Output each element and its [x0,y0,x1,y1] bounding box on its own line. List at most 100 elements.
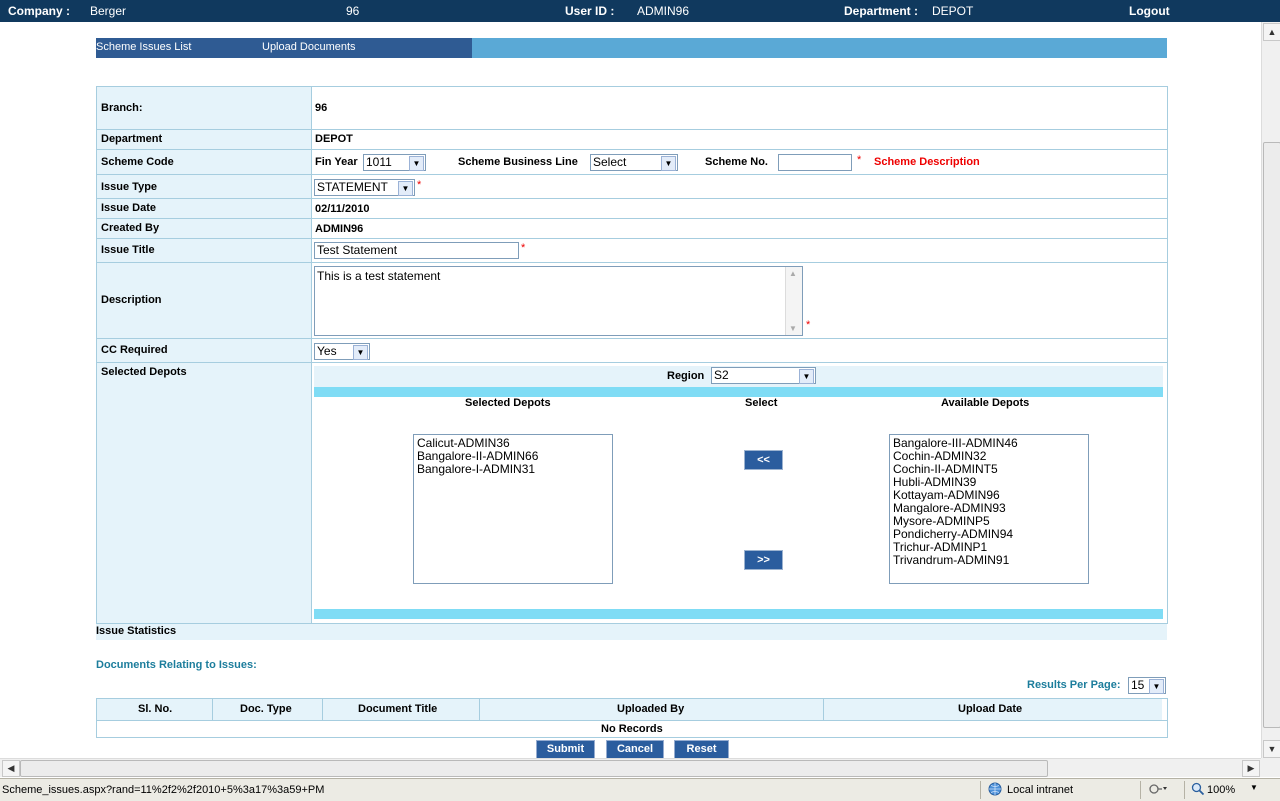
logout-link[interactable]: Logout [1129,4,1170,18]
issue-type-label: Issue Type [101,181,158,193]
branch-value: 96 [315,102,328,114]
issue-date-label: Issue Date [101,202,157,214]
scroll-up-icon[interactable]: ▲ [1263,23,1280,41]
tab-scheme-issues-list[interactable]: Scheme Issues List [96,41,191,53]
issue-statistics-label: Issue Statistics [96,625,177,637]
fin-year-label: Fin Year [315,156,358,168]
zoom-level[interactable]: 100% [1207,784,1235,796]
column-header-sl-no[interactable]: Sl. No. [138,703,172,715]
documents-section-title: Documents Relating to Issues: [96,659,257,671]
issue-title-input[interactable]: Test Statement [314,242,519,259]
textarea-scrollbar[interactable]: ▲ ▼ [785,267,802,335]
status-divider [1140,781,1141,799]
list-item[interactable]: Trichur-ADMINP1 [893,540,987,554]
chevron-down-icon[interactable]: ▼ [1250,783,1258,792]
move-to-selected-button[interactable]: << [744,450,783,470]
scheme-no-label: Scheme No. [705,156,768,168]
header-bar: Company : Berger 96 User ID : ADMIN96 De… [0,0,1280,22]
scheme-code-label-cell: Scheme Code [97,150,312,174]
selected-depots-list[interactable]: Calicut-ADMIN36 Bangalore-II-ADMIN66 Ban… [413,434,613,584]
status-url: Scheme_issues.aspx?rand=11%2f2%2f2010+5%… [2,784,325,796]
available-depots-list[interactable]: Bangalore-III-ADMIN46 Cochin-ADMIN32 Coc… [889,434,1089,584]
reset-button[interactable]: Reset [674,740,729,759]
list-item[interactable]: Pondicherry-ADMIN94 [893,527,1013,541]
chevron-down-icon: ▼ [661,156,676,171]
scheme-business-line-label: Scheme Business Line [458,156,578,168]
scroll-down-icon[interactable]: ▼ [1263,740,1280,758]
move-to-available-button[interactable]: >> [744,550,783,570]
scheme-issue-form: Branch: Department Scheme Code Issue Typ… [96,86,1168,624]
results-per-page-value: 15 [1131,678,1145,692]
results-per-page-select[interactable]: 15 ▼ [1128,677,1166,694]
cancel-button[interactable]: Cancel [606,740,664,759]
scheme-description-label: Scheme Description [874,156,980,168]
submit-button[interactable]: Submit [536,740,595,759]
scrollbar-thumb[interactable] [1263,142,1280,728]
protected-mode-icon[interactable] [1148,782,1168,799]
cc-required-selected-value: Yes [317,344,337,358]
list-item[interactable]: Calicut-ADMIN36 [417,436,510,450]
depots-bottom-band [314,609,1163,619]
fin-year-select[interactable]: 1011 ▼ [363,154,426,171]
user-id-label: User ID : [565,4,615,18]
user-id-value: ADMIN96 [637,4,690,18]
list-item[interactable]: Mysore-ADMINP5 [893,514,990,528]
list-item[interactable]: Cochin-ADMIN32 [893,449,986,463]
branch-label: Branch: [101,102,143,114]
cc-required-select[interactable]: Yes ▼ [314,343,370,360]
description-label-cell: Description [97,263,312,338]
list-item[interactable]: Bangalore-III-ADMIN46 [893,436,1018,450]
created-by-label: Created By [101,222,160,234]
branch-value: 96 [346,4,360,18]
scroll-left-icon[interactable]: ◀ [2,760,20,777]
row-divider [97,174,1167,175]
list-item[interactable]: Mangalore-ADMIN93 [893,501,1006,515]
fin-year-selected-value: 1011 [366,155,392,169]
vertical-scrollbar[interactable]: ▲ ▼ [1261,22,1280,758]
chevron-down-icon: ▼ [353,345,368,360]
zoom-icon[interactable] [1191,782,1205,799]
selected-depots-label: Selected Depots [101,366,187,378]
description-label: Description [101,294,162,306]
list-item[interactable]: Trivandrum-ADMIN91 [893,553,1009,567]
scroll-right-icon[interactable]: ▶ [1242,760,1260,777]
list-item[interactable]: Hubli-ADMIN39 [893,475,976,489]
scroll-up-icon[interactable]: ▲ [789,269,797,278]
branch-label-cell: Branch: [97,87,312,129]
row-divider [97,338,1167,339]
selected-depots-header: Selected Depots [465,397,551,409]
column-divider [823,699,824,720]
scrollbar-thumb[interactable] [20,760,1048,777]
column-divider [479,699,480,720]
region-select[interactable]: S2 ▼ [711,367,816,384]
department-value: DEPOT [932,4,974,18]
browser-status-bar: Scheme_issues.aspx?rand=11%2f2%2f2010+5%… [0,778,1280,801]
scroll-down-icon[interactable]: ▼ [789,324,797,333]
list-item[interactable]: Bangalore-II-ADMIN66 [417,449,538,463]
column-header-upload-date[interactable]: Upload Date [958,703,1022,715]
scheme-business-line-select[interactable]: Select ▼ [590,154,678,171]
tab-upload-documents[interactable]: Upload Documents [262,41,356,53]
list-item[interactable]: Cochin-II-ADMINT5 [893,462,998,476]
row-divider [97,149,1167,150]
column-header-uploaded-by[interactable]: Uploaded By [617,703,684,715]
scheme-no-input[interactable] [778,154,852,171]
department-label-cell: Department [97,130,312,149]
description-textarea[interactable]: This is a test statement ▲ ▼ [314,266,803,336]
column-header-doc-type[interactable]: Doc. Type [240,703,292,715]
column-header-document-title[interactable]: Document Title [358,703,437,715]
region-label: Region [667,370,705,382]
chevron-down-icon: ▼ [409,156,424,171]
column-divider [212,699,213,720]
row-divider [97,129,1167,130]
row-divider [97,262,1167,263]
list-item[interactable]: Bangalore-I-ADMIN31 [417,462,535,476]
horizontal-scrollbar[interactable]: ◀ ▶ [0,758,1261,777]
row-divider [97,362,1167,363]
globe-icon [988,782,1002,796]
results-per-page-label: Results Per Page: [1027,679,1121,691]
list-item[interactable]: Kottayam-ADMIN96 [893,488,1000,502]
required-marker: * [806,319,811,331]
issue-type-select[interactable]: STATEMENT ▼ [314,179,415,196]
created-by-value: ADMIN96 [315,223,364,235]
